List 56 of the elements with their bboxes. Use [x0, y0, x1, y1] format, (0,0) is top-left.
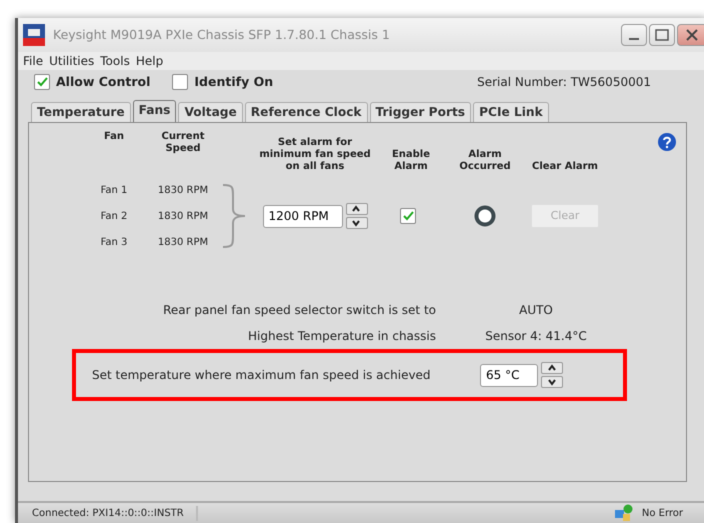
setting-label: Set temperature where maximum fan speed is achieved — [91, 367, 432, 384]
close-button[interactable] — [677, 24, 704, 46]
caret-down-icon — [352, 219, 361, 227]
menu-item[interactable]: Tools — [100, 52, 130, 70]
column-header: Clear Alarm — [531, 161, 599, 174]
checkbox[interactable] — [34, 74, 50, 90]
spin-up-button[interactable] — [346, 203, 368, 215]
info-value: AUTO — [518, 302, 554, 319]
checkbox-label[interactable]: Identify On — [194, 72, 274, 92]
connection-status: Connected: PXI14::0::0::INSTR — [32, 506, 198, 520]
menu-item[interactable]: Help — [136, 52, 164, 70]
spin-down-button[interactable] — [541, 376, 563, 388]
brace-icon — [221, 183, 247, 249]
fan-speed: 1830 RPM — [156, 210, 210, 224]
serial-number: Serial Number: TW56050001 — [477, 74, 651, 91]
maximize-icon — [655, 29, 669, 41]
column-header: Alarm Occurred — [458, 149, 512, 174]
help-icon[interactable] — [658, 133, 676, 151]
menu-item[interactable]: File — [23, 52, 44, 70]
fan-name: Fan 2 — [100, 210, 128, 224]
info-value: Sensor 4: 41.4°C — [484, 328, 588, 345]
close-icon — [685, 28, 699, 42]
spin-down-button[interactable] — [346, 217, 368, 229]
info-label: Rear panel fan speed selector switch is set to — [162, 302, 436, 319]
checkbox[interactable] — [172, 74, 188, 90]
minimize-button[interactable] — [621, 24, 647, 46]
fan-name: Fan 3 — [100, 236, 128, 250]
tab[interactable]: Trigger Ports — [370, 102, 472, 122]
column-header: Enable Alarm — [390, 149, 432, 174]
menu-item[interactable]: Utilities — [49, 52, 94, 70]
column-header: Current Speed — [160, 131, 206, 156]
checkbox[interactable] — [400, 208, 416, 224]
error-status: No Error — [642, 506, 683, 520]
tab[interactable]: Temperature — [31, 102, 131, 122]
column-header: Set alarm for minimum fan speed on all fans — [258, 137, 372, 174]
fan-speed: 1830 RPM — [156, 236, 210, 250]
window-title: Keysight M9019A PXIe Chassis SFP 1.7.80.1 Chassis 1 — [53, 26, 391, 44]
caret-down-icon — [548, 378, 556, 386]
fan-name: Fan 1 — [100, 184, 128, 198]
tab[interactable]: Reference Clock — [244, 102, 368, 122]
app-icon — [23, 24, 45, 46]
minimize-icon — [629, 38, 639, 40]
temperature-field[interactable]: 65 °C — [480, 364, 538, 386]
number-field[interactable]: 1200 RPM — [262, 204, 342, 228]
tab[interactable]: Fans — [132, 100, 176, 123]
maximize-button[interactable] — [649, 24, 675, 46]
caret-up-icon — [352, 205, 361, 213]
checkbox-label[interactable]: Allow Control — [56, 72, 150, 92]
tab[interactable]: Voltage — [178, 102, 243, 122]
fan-speed: 1830 RPM — [156, 184, 210, 198]
network-status-icon — [614, 504, 634, 522]
column-header: Fan — [102, 131, 126, 144]
caret-up-icon — [548, 364, 556, 372]
spin-up-button[interactable] — [541, 362, 563, 374]
info-label: Highest Temperature in chassis — [247, 328, 436, 345]
tab[interactable]: PCIe Link — [473, 102, 549, 122]
